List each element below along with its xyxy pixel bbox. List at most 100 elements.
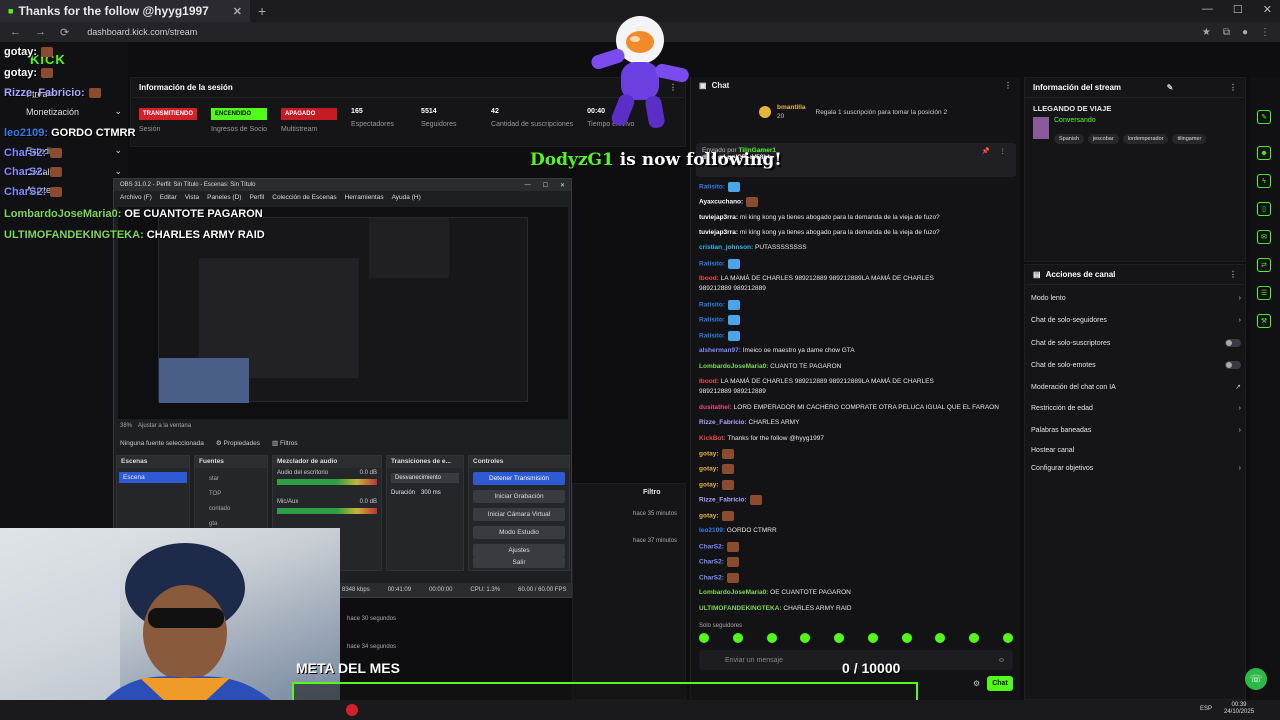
bookmark-star-icon[interactable]: ★ [1202, 27, 1211, 38]
chat-username[interactable]: CharS2: [699, 559, 724, 566]
settings-button[interactable]: Ajustes [473, 544, 565, 557]
more-menu-icon[interactable]: ⋮ [1004, 81, 1012, 90]
chat-username[interactable]: gotay: [699, 451, 719, 458]
channel-action-item[interactable]: Restricción de edad › [1031, 405, 1241, 412]
chat-username[interactable]: CharS2: [699, 544, 724, 551]
emote-icon[interactable] [699, 633, 709, 643]
channel-action-item[interactable]: Palabras baneadas › [1031, 427, 1241, 434]
toggle-switch[interactable] [1225, 361, 1241, 369]
obs-taskbar-icon[interactable] [346, 704, 358, 716]
emote-icon[interactable] [766, 633, 777, 643]
emote-icon[interactable] [867, 633, 878, 643]
chat-username[interactable]: gotay: [699, 482, 719, 489]
chat-bubble-icon[interactable]: ✉ [1257, 230, 1271, 244]
filters-button[interactable]: ▥ Filtros [272, 439, 298, 447]
edit-pencil-icon[interactable]: ✎ [1257, 110, 1271, 124]
emote-icon[interactable] [800, 633, 811, 643]
link-icon[interactable]: ⇄ [1257, 258, 1271, 272]
minimize-icon[interactable]: — [1202, 3, 1213, 16]
chat-username[interactable]: ULTIMOFANDEKINGTEKA: [699, 605, 782, 612]
edit-pencil-icon[interactable]: ✎ [1167, 83, 1174, 92]
emote-icon[interactable] [969, 633, 980, 643]
obs-menu-item[interactable]: Herramientas [345, 194, 384, 201]
start-virtual-camera-button[interactable]: Iniciar Cámara Virtual [473, 508, 565, 521]
more-menu-icon[interactable]: ⋮ [1229, 83, 1237, 92]
maximize-icon[interactable]: ☐ [1233, 3, 1243, 16]
close-tab-icon[interactable]: ✕ [233, 5, 242, 18]
chat-username[interactable]: Ratisito: [699, 317, 725, 324]
emoji-picker-icon[interactable]: ☺ [998, 657, 1005, 664]
stop-stream-button[interactable]: Detener Transmisión [473, 472, 565, 485]
more-menu-icon[interactable]: ⋮ [1000, 147, 1007, 155]
transition-select[interactable]: Desvanecimiento [391, 473, 459, 483]
reload-icon[interactable]: ⟳ [60, 26, 69, 39]
obs-menu-item[interactable]: Editar [160, 194, 177, 201]
chat-username[interactable]: Ibood: [699, 378, 719, 385]
forward-icon[interactable]: → [35, 26, 46, 39]
chat-username[interactable]: Rizze_Fabricio: [699, 419, 747, 426]
obs-menu-item[interactable]: Perfil [249, 194, 264, 201]
send-chat-button[interactable]: Chat [987, 676, 1013, 691]
stream-category[interactable]: Conversando [1054, 117, 1210, 124]
close-window-icon[interactable]: ✕ [1263, 3, 1272, 16]
browser-tab[interactable]: ■ Thanks for the follow @hyyg1997 ✕ [0, 0, 250, 22]
document-icon[interactable]: ▯ [1257, 202, 1271, 216]
emote-icon[interactable] [834, 633, 845, 643]
chat-username[interactable]: Ratisito: [699, 333, 725, 340]
studio-mode-button[interactable]: Modo Estudio [473, 526, 565, 539]
obs-menu-item[interactable]: Vista [185, 194, 199, 201]
chat-username[interactable]: tuviejap3rra: [699, 214, 738, 221]
emote-icon[interactable] [935, 633, 946, 643]
properties-button[interactable]: ⚙ Propiedades [216, 439, 260, 447]
source-item[interactable]: contado [209, 502, 253, 517]
chat-dock-icon[interactable]: ▣ [699, 81, 707, 90]
scene-item[interactable]: Escena [119, 472, 187, 483]
obs-menu-item[interactable]: Paneles (D) [207, 194, 241, 201]
source-item[interactable]: TOP [209, 487, 253, 502]
chat-username[interactable]: tuviejap3rra: [699, 229, 738, 236]
profile-avatar-icon[interactable]: ● [1242, 27, 1248, 38]
channel-action-item[interactable]: Modo lento › [1031, 295, 1241, 302]
start-recording-button[interactable]: Iniciar Grabación [473, 490, 565, 503]
obs-menu-item[interactable]: Archivo (F) [120, 194, 152, 201]
duration-input[interactable]: 300 ms [421, 490, 441, 496]
chat-username[interactable]: Rizze_Fabricio: [699, 497, 747, 504]
chat-username[interactable]: Ibood: [699, 275, 719, 282]
emote-icon[interactable] [1002, 633, 1013, 643]
back-icon[interactable]: ← [10, 26, 21, 39]
chat-settings-gear-icon[interactable]: ⚙ [973, 679, 980, 688]
fit-to-window-select[interactable]: Ajustar a la ventana [138, 423, 191, 429]
source-item[interactable]: star [209, 472, 253, 487]
obs-menu-item[interactable]: Ayuda (H) [392, 194, 421, 201]
exit-button[interactable]: Salir [473, 557, 565, 568]
channel-action-item[interactable]: Hostear canal [1031, 447, 1241, 454]
chat-username[interactable]: LombardoJoseMaria0: [699, 363, 768, 370]
more-menu-icon[interactable]: ⋮ [1229, 270, 1237, 279]
chat-username[interactable]: Ratisito: [699, 261, 725, 268]
users-icon[interactable]: ☻ [1257, 146, 1271, 160]
emote-icon[interactable] [732, 633, 743, 643]
emote-icon[interactable] [901, 633, 912, 643]
chat-username[interactable]: Ratisito: [699, 184, 725, 191]
new-tab-icon[interactable]: + [258, 3, 266, 19]
obs-menu-item[interactable]: Colección de Escenas [272, 194, 336, 201]
channel-action-item[interactable]: Configurar objetivos › [1031, 465, 1241, 472]
extensions-icon[interactable]: ⧉ [1223, 27, 1230, 38]
chat-username[interactable]: cristian_johnson: [699, 244, 753, 251]
floating-chat-icon[interactable]: ☏ [1245, 668, 1267, 690]
close-window-icon[interactable]: ✕ [560, 182, 565, 189]
chat-username[interactable]: CharS2: [699, 575, 724, 582]
clock[interactable]: 00:39 24/10/2025 [1224, 702, 1254, 716]
minimize-icon[interactable]: — [525, 182, 531, 189]
chat-username[interactable]: Ratisito: [699, 302, 725, 309]
server-icon[interactable]: ☰ [1257, 286, 1271, 300]
chat-username[interactable]: KickBot: [699, 435, 726, 442]
nav-item-monetization[interactable]: Monetización ⌄ [26, 106, 122, 117]
language-indicator[interactable]: ESP [1200, 706, 1212, 712]
browser-menu-icon[interactable]: ⋮ [1260, 27, 1270, 38]
chat-username[interactable]: LombardoJoseMaria0: [699, 589, 768, 596]
chat-username[interactable]: alsherman97: [699, 347, 741, 354]
maximize-icon[interactable]: ☐ [543, 182, 548, 189]
channel-action-item[interactable]: Moderación del chat con IA ↗ [1031, 383, 1241, 392]
channel-action-item[interactable]: Chat de solo-seguidores › [1031, 317, 1241, 324]
